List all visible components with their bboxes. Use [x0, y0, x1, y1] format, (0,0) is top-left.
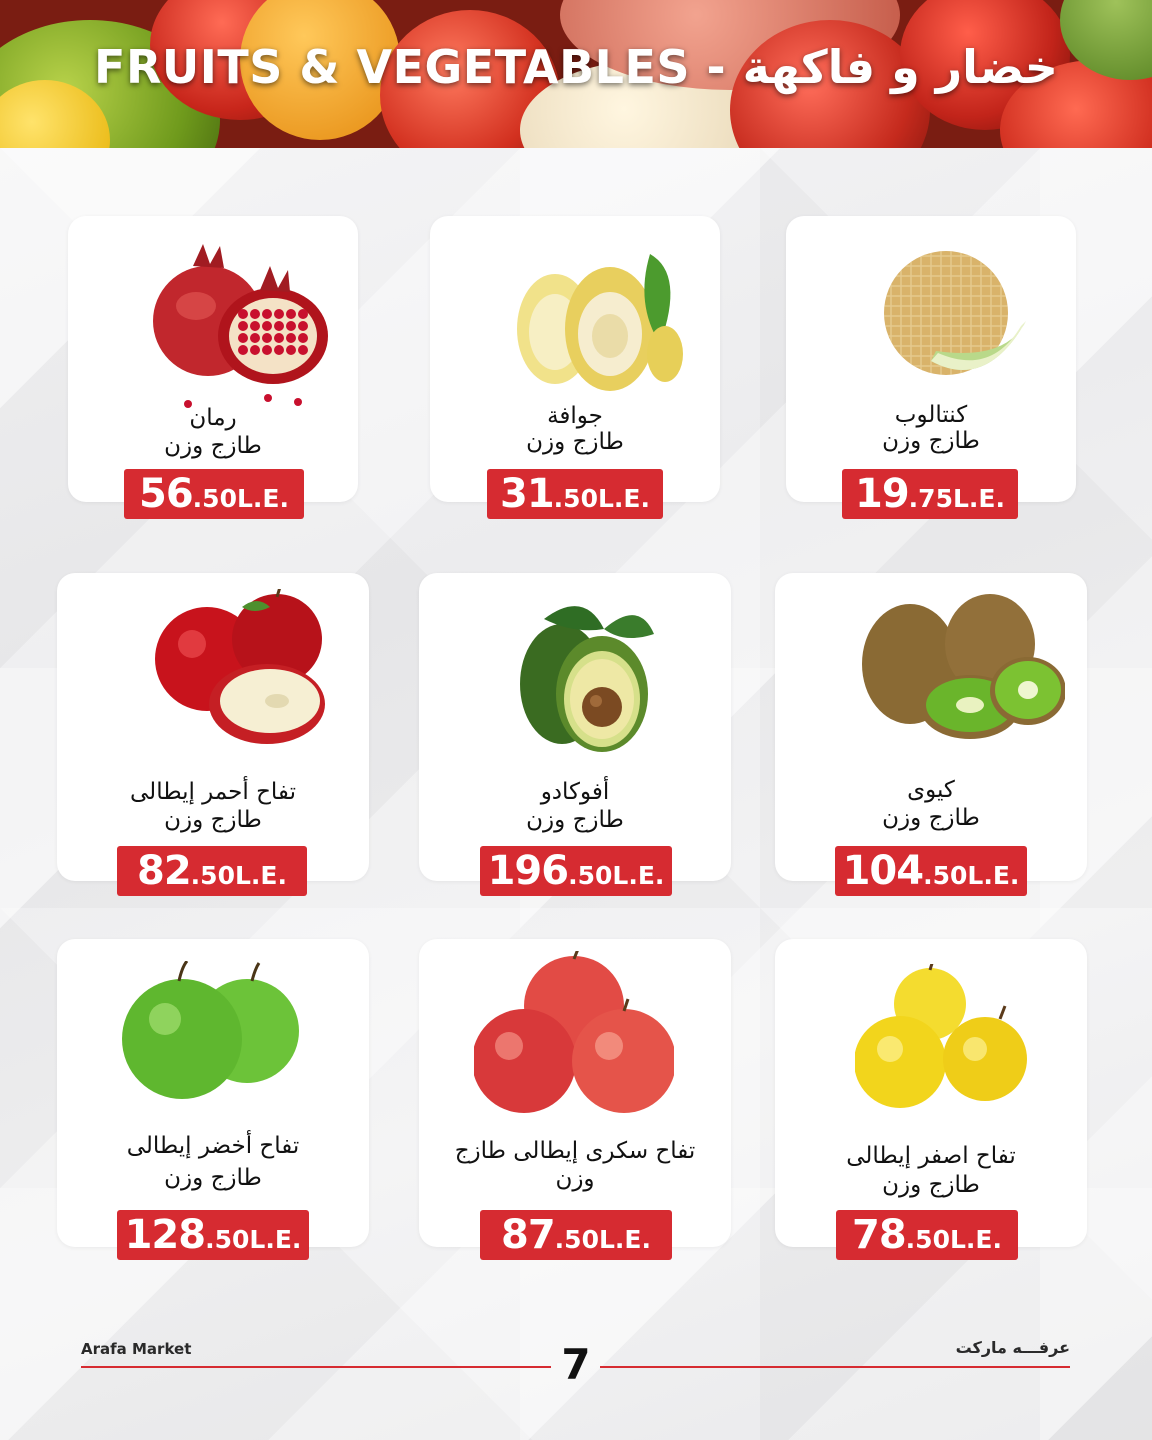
pomegranate-image: [148, 226, 328, 416]
price-badge: 196.50 L.E.: [480, 846, 672, 896]
price-whole: 87: [501, 1212, 556, 1258]
product-name: أفوكادو: [540, 779, 610, 805]
product-card: كنتالوب طازج وزن 19.75 L.E.: [786, 216, 1076, 519]
price-currency: L.E.: [612, 861, 665, 890]
price-fraction: .50: [923, 861, 968, 890]
product-card: كيوى طازج وزن 104.50 L.E.: [775, 573, 1087, 896]
product-name: كيوى: [907, 777, 955, 803]
product-card: تفاح اصفر إيطالى طازج وزن 78.50 L.E.: [775, 939, 1087, 1260]
product-card: رمان طازج وزن 56.50 L.E.: [68, 216, 358, 519]
product-card: تفاح أحمر إيطالى طازج وزن 82.50 L.E.: [57, 573, 369, 896]
price-fraction: .50: [554, 1225, 599, 1254]
price-currency: L.E.: [598, 1225, 651, 1254]
yellow-apple-image: [855, 964, 1035, 1114]
product-unit: طازج وزن: [882, 805, 980, 831]
guava-image: [510, 234, 690, 404]
product-card: تفاح سكرى إيطالى طازج وزن 87.50 L.E.: [419, 939, 731, 1260]
kiwi-image: [860, 589, 1065, 754]
price-badge: 56.50 L.E.: [124, 469, 304, 519]
product-unit: طازج وزن: [164, 807, 262, 833]
product-name: تفاح سكرى إيطالى طازج: [454, 1138, 696, 1164]
product-card: تفاح أخضر إيطالى طازج وزن 128.50 L.E.: [57, 939, 369, 1260]
price-currency: L.E.: [952, 484, 1005, 513]
price-whole: 56: [139, 471, 194, 517]
product-unit: طازج وزن: [164, 1165, 262, 1191]
green-apple-image: [117, 961, 302, 1106]
product-unit: طازج وزن: [882, 428, 980, 454]
price-fraction: .50: [905, 1225, 950, 1254]
price-badge: 104.50 L.E.: [835, 846, 1027, 896]
price-whole: 128: [124, 1212, 206, 1258]
product-unit: طازج وزن: [526, 429, 624, 455]
price-fraction: .50: [190, 861, 235, 890]
footer-brand-english: Arafa Market: [81, 1340, 192, 1358]
price-fraction: .50: [205, 1225, 250, 1254]
product-card: جوافة طازج وزن 31.50 L.E.: [430, 216, 720, 519]
price-whole: 104: [842, 848, 924, 894]
page-title: FRUITS & VEGETABLES - خضار و فاكهة: [94, 40, 1058, 94]
cantaloupe-image: [876, 241, 1036, 401]
price-currency: L.E.: [249, 1225, 302, 1254]
price-fraction: .75: [908, 484, 953, 513]
price-badge: 128.50 L.E.: [117, 1210, 309, 1260]
price-whole: 19: [855, 471, 910, 517]
product-unit: طازج وزن: [164, 433, 262, 459]
price-currency: L.E.: [236, 484, 289, 513]
product-name: رمان: [189, 405, 237, 431]
header-banner: FRUITS & VEGETABLES - خضار و فاكهة: [0, 0, 1152, 148]
product-unit: وزن: [555, 1166, 595, 1192]
red-apple-image: [152, 589, 327, 754]
price-currency: L.E.: [967, 861, 1020, 890]
product-name: كنتالوب: [894, 402, 968, 428]
avocado-image: [514, 589, 659, 754]
page-number: 7: [561, 1340, 591, 1389]
price-badge: 82.50 L.E.: [117, 846, 307, 896]
footer-divider-right: [600, 1366, 1070, 1368]
product-name: تفاح أحمر إيطالى: [130, 779, 296, 805]
price-badge: 87.50 L.E.: [480, 1210, 672, 1260]
price-badge: 78.50 L.E.: [836, 1210, 1018, 1260]
price-whole: 31: [500, 471, 555, 517]
product-name: تفاح اصفر إيطالى: [846, 1143, 1016, 1169]
price-currency: L.E.: [597, 484, 650, 513]
product-card: أفوكادو طازج وزن 196.50 L.E.: [419, 573, 731, 896]
price-badge: 31.50 L.E.: [487, 469, 663, 519]
price-whole: 82: [137, 848, 192, 894]
product-name: جوافة: [547, 403, 603, 429]
price-fraction: .50: [568, 861, 613, 890]
product-unit: طازج وزن: [882, 1172, 980, 1198]
price-currency: L.E.: [949, 1225, 1002, 1254]
product-name: تفاح أخضر إيطالى: [126, 1133, 300, 1159]
price-whole: 196: [487, 848, 569, 894]
footer-brand-arabic: عرفـــه ماركت: [955, 1338, 1070, 1357]
footer-divider-left: [81, 1366, 551, 1368]
price-currency: L.E.: [234, 861, 287, 890]
price-fraction: .50: [553, 484, 598, 513]
product-unit: طازج وزن: [526, 807, 624, 833]
price-fraction: .50: [192, 484, 237, 513]
price-whole: 78: [852, 1212, 907, 1258]
sugar-apple-image: [474, 951, 674, 1126]
price-badge: 19.75 L.E.: [842, 469, 1018, 519]
